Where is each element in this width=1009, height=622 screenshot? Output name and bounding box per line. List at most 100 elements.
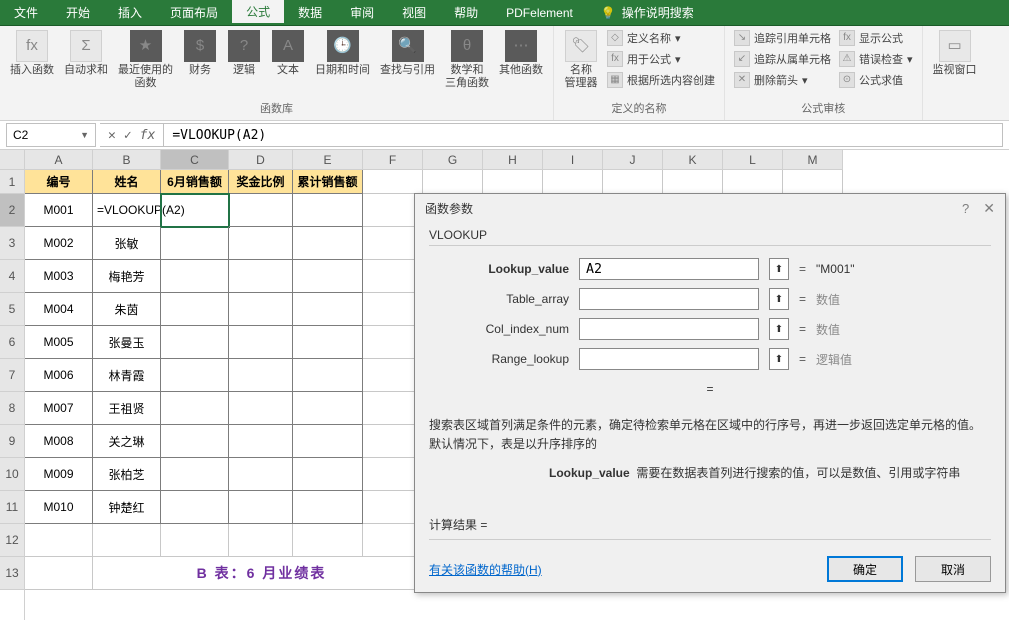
evaluate-button[interactable]: ⊙公式求值 [836, 70, 916, 90]
row-header[interactable]: 9 [0, 425, 24, 458]
trace-precedents-button[interactable]: ↘追踪引用单元格 [731, 28, 834, 48]
datetime-button[interactable]: 🕒日期和时间 [311, 28, 374, 79]
row-header[interactable]: 12 [0, 524, 24, 557]
cell[interactable] [229, 491, 293, 524]
row-header[interactable]: 3 [0, 227, 24, 260]
cell[interactable] [293, 359, 363, 392]
tab-file[interactable]: 文件 [0, 0, 52, 25]
cell[interactable] [229, 260, 293, 293]
cell[interactable] [229, 194, 293, 227]
cell[interactable] [161, 425, 229, 458]
cell[interactable]: =VLOOKUP(A2) [93, 194, 161, 227]
cell[interactable] [423, 170, 483, 194]
range-select-button[interactable]: ⬆ [769, 318, 789, 340]
confirm-icon[interactable]: ✓ [124, 128, 132, 143]
tab-review[interactable]: 审阅 [336, 0, 388, 25]
cancel-icon[interactable]: ✕ [108, 128, 116, 143]
cell[interactable] [161, 293, 229, 326]
cell[interactable] [229, 227, 293, 260]
cell[interactable] [293, 260, 363, 293]
autosum-button[interactable]: Σ自动求和 [60, 28, 112, 79]
watch-window-button[interactable]: ▭监视窗口 [929, 28, 981, 79]
text-button[interactable]: A文本 [267, 28, 309, 79]
cell[interactable]: M006 [25, 359, 93, 392]
cell[interactable] [293, 293, 363, 326]
math-button[interactable]: θ数学和 三角函数 [441, 28, 493, 92]
dialog-close-icon[interactable]: ✕ [983, 200, 995, 217]
row-header[interactable]: 1 [0, 170, 24, 194]
cell[interactable]: 累计销售额 [293, 170, 363, 194]
cell[interactable] [229, 359, 293, 392]
row-header[interactable]: 11 [0, 491, 24, 524]
col-header[interactable]: A [25, 150, 93, 170]
cell[interactable] [25, 557, 93, 590]
cell[interactable]: 张曼玉 [93, 326, 161, 359]
cell[interactable]: 张敏 [93, 227, 161, 260]
cell[interactable] [293, 227, 363, 260]
cell[interactable] [161, 194, 229, 227]
cell[interactable]: 梅艳芳 [93, 260, 161, 293]
tab-home[interactable]: 开始 [52, 0, 104, 25]
row-header[interactable]: 4 [0, 260, 24, 293]
cell[interactable] [293, 194, 363, 227]
col-header[interactable]: J [603, 150, 663, 170]
cancel-button[interactable]: 取消 [915, 556, 991, 582]
cell[interactable]: 王祖贤 [93, 392, 161, 425]
cell[interactable]: 朱茵 [93, 293, 161, 326]
cell[interactable]: M007 [25, 392, 93, 425]
recent-button[interactable]: ★最近使用的 函数 [114, 28, 177, 92]
col-header[interactable]: I [543, 150, 603, 170]
cell[interactable] [161, 491, 229, 524]
cell[interactable] [229, 524, 293, 557]
row-header[interactable]: 7 [0, 359, 24, 392]
arg-input-range-lookup[interactable] [579, 348, 759, 370]
dialog-help-link[interactable]: 有关该函数的帮助(H) [429, 561, 542, 578]
row-header[interactable]: 5 [0, 293, 24, 326]
cell[interactable] [293, 524, 363, 557]
use-in-formula-button[interactable]: fx用于公式▾ [604, 49, 718, 69]
insert-function-button[interactable]: fx插入函数 [6, 28, 58, 79]
col-header[interactable]: C [161, 150, 229, 170]
dialog-help-icon[interactable]: ? [962, 201, 969, 216]
ok-button[interactable]: 确定 [827, 556, 903, 582]
cell[interactable] [93, 524, 161, 557]
row-header[interactable]: 13 [0, 557, 24, 590]
cell[interactable] [161, 359, 229, 392]
cell[interactable]: M010 [25, 491, 93, 524]
logical-button[interactable]: ?逻辑 [223, 28, 265, 79]
cell[interactable] [161, 524, 229, 557]
cell[interactable]: 奖金比例 [229, 170, 293, 194]
cell[interactable]: 6月销售额 [161, 170, 229, 194]
cell[interactable]: M002 [25, 227, 93, 260]
tab-view[interactable]: 视图 [388, 0, 440, 25]
cell[interactable]: M005 [25, 326, 93, 359]
col-header[interactable]: D [229, 150, 293, 170]
cell[interactable]: 关之琳 [93, 425, 161, 458]
range-select-button[interactable]: ⬆ [769, 348, 789, 370]
define-name-button[interactable]: ◇定义名称▾ [604, 28, 718, 48]
cell[interactable]: M001 [25, 194, 93, 227]
cell[interactable] [161, 260, 229, 293]
cell[interactable] [161, 392, 229, 425]
cell[interactable] [229, 392, 293, 425]
cell[interactable]: M003 [25, 260, 93, 293]
cell[interactable]: 张柏芝 [93, 458, 161, 491]
col-header[interactable]: M [783, 150, 843, 170]
morefn-button[interactable]: ⋯其他函数 [495, 28, 547, 79]
cell[interactable] [293, 326, 363, 359]
remove-arrows-button[interactable]: ✕删除箭头▾ [731, 70, 834, 90]
col-header[interactable]: B [93, 150, 161, 170]
tab-layout[interactable]: 页面布局 [156, 0, 232, 25]
arg-input-lookup-value[interactable] [579, 258, 759, 280]
cell[interactable] [161, 458, 229, 491]
financial-button[interactable]: $财务 [179, 28, 221, 79]
cell[interactable] [543, 170, 603, 194]
cell[interactable]: M008 [25, 425, 93, 458]
cell[interactable]: M009 [25, 458, 93, 491]
cell[interactable] [25, 524, 93, 557]
trace-dependents-button[interactable]: ↙追踪从属单元格 [731, 49, 834, 69]
tab-help[interactable]: 帮助 [440, 0, 492, 25]
name-box[interactable]: C2▼ [6, 123, 96, 147]
cell[interactable] [483, 170, 543, 194]
range-select-button[interactable]: ⬆ [769, 288, 789, 310]
